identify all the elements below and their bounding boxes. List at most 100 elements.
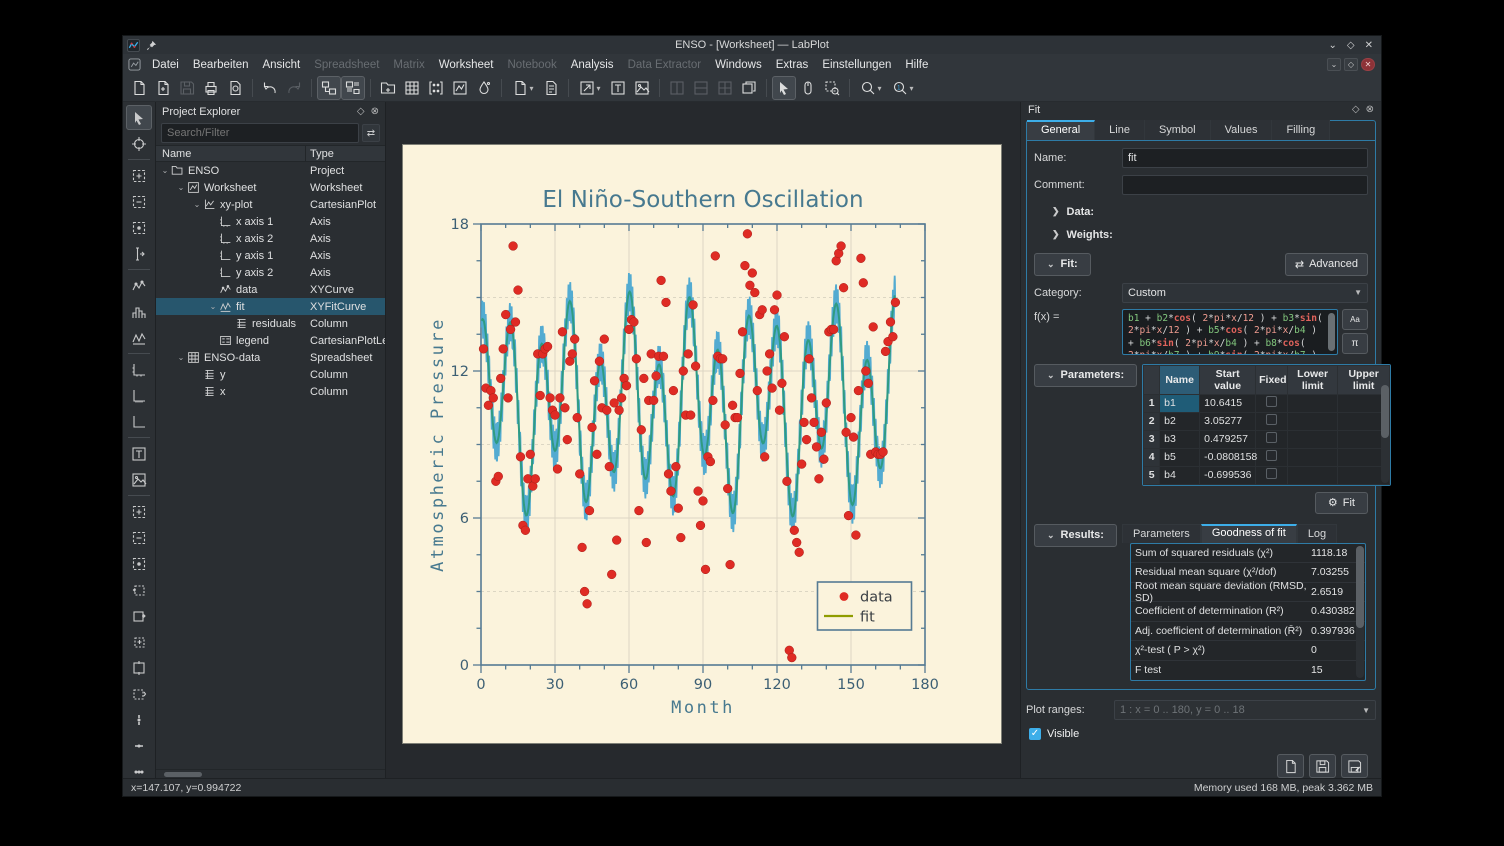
chevron-down-icon[interactable]: ⌄ [176,183,186,192]
formula-editor[interactable]: b1 + b2*cos( 2*pi*x/12 ) + b3*sin( 2*pi*… [1122,309,1338,355]
menu-datei[interactable]: Datei [145,57,186,73]
param-row-b1[interactable]: 1b110.6415 [1144,394,1390,412]
chevron-down-icon[interactable]: ⌄ [160,166,170,175]
param-fixed-cell[interactable] [1256,394,1288,412]
param-name-cell[interactable]: b4 [1160,466,1200,484]
crosshair-tool-button[interactable] [126,131,152,156]
mdi-minimize-button[interactable]: ⌄ [1327,58,1341,71]
results-section-toggle[interactable]: ⌄ Results: [1034,524,1117,547]
layout-break-button[interactable] [737,76,761,100]
tree-item-fit[interactable]: ⌄fitXYFitCurve [156,298,385,315]
param-start-cell[interactable]: 3.05277 [1200,412,1256,430]
param-lower-cell[interactable] [1288,412,1338,430]
worksheet-view[interactable]: El Niño-Southern Oscillation030609012015… [386,102,1021,778]
tree-item-x-axis-1[interactable]: x axis 1Axis [156,213,385,230]
add-text-label-button[interactable] [126,441,152,466]
tree-item-x[interactable]: xColumn [156,383,385,400]
param-fixed-cell[interactable] [1256,466,1288,484]
float-panel-icon[interactable]: ◇ [357,106,365,117]
navigate-mode-button[interactable] [796,76,820,100]
add-axis-2-button[interactable] [126,383,152,408]
add-histogram-button[interactable] [126,299,152,324]
param-lower-cell[interactable] [1288,448,1338,466]
new-notes-button[interactable] [539,76,563,100]
param-name-cell[interactable]: b3 [1160,430,1200,448]
mdi-restore-button[interactable]: ◇ [1344,58,1358,71]
data-section-toggle[interactable]: ❯ Data: [1052,206,1368,218]
print-preview-button[interactable] [223,76,247,100]
zoom-select-xy-button[interactable] [126,215,152,240]
param-fixed-cell[interactable] [1256,412,1288,430]
tree-item-x-axis-2[interactable]: x axis 2Axis [156,230,385,247]
parameters-scrollbar[interactable] [1381,385,1389,483]
param-col-name[interactable]: Name [1160,365,1200,394]
param-lower-cell[interactable] [1288,430,1338,448]
tree-item-y[interactable]: yColumn [156,366,385,383]
tree-item-xy-plot[interactable]: ⌄xy-plotCartesianPlot [156,196,385,213]
fixed-checkbox[interactable] [1266,450,1277,461]
menu-bearbeiten[interactable]: Bearbeiten [186,57,256,73]
zoom-in-y-button[interactable] [126,759,152,778]
column-header-name[interactable]: Name [156,146,306,161]
add-text-button[interactable] [606,76,630,100]
category-select[interactable]: Custom ▼ [1122,283,1368,303]
add-image-button[interactable] [630,76,654,100]
xy-plot[interactable]: El Niño-Southern Oscillation030609012015… [403,145,1001,746]
param-row-b4[interactable]: 5b4-0.699536 [1144,466,1390,484]
minimize-button[interactable]: ⌄ [1329,40,1337,51]
param-row-b3[interactable]: 3b30.479257 [1144,430,1390,448]
undo-button[interactable] [258,76,282,100]
shift-up-y-button[interactable] [126,681,152,706]
add-fit-curve-button[interactable] [126,325,152,350]
param-lower-cell[interactable] [1288,466,1338,484]
results-tab-log[interactable]: Log [1297,524,1337,543]
param-start-cell[interactable]: 10.6415 [1200,394,1256,412]
new-spreadsheet-button[interactable] [400,76,424,100]
chevron-down-icon[interactable]: ⌄ [176,353,186,362]
tree-item-residuals[interactable]: residualsColumn [156,315,385,332]
param-start-cell[interactable]: -0.699536 [1200,466,1256,484]
zoom-in-plot-button[interactable] [126,499,152,524]
menu-analysis[interactable]: Analysis [564,57,621,73]
param-row-b5[interactable]: 4b5-0.0808158 [1144,448,1390,466]
new-datapicker-button[interactable] [472,76,496,100]
scale-auto-button[interactable] [126,577,152,602]
results-tab-goodness-of-fit[interactable]: Goodness of fit [1201,524,1297,543]
zoom-in-x-button[interactable] [126,707,152,732]
save-as-button[interactable] [1341,754,1368,778]
param-col-start-value[interactable]: Start value [1200,365,1256,394]
zoom-out-x-button[interactable] [126,733,152,758]
column-header-type[interactable]: Type [306,146,385,161]
cursor-tool-button[interactable] [126,241,152,266]
close-panel-icon[interactable]: ⊗ [371,106,379,117]
float-dock-icon[interactable]: ◇ [1352,104,1360,115]
toggle-properties-explorer-button[interactable] [341,76,365,100]
parameters-section-toggle[interactable]: ⌄ Parameters: [1034,364,1137,387]
param-fixed-cell[interactable] [1256,448,1288,466]
name-field[interactable] [1122,148,1368,168]
title-bar[interactable]: ENSO - [Worksheet] — LabPlot ⌄ ◇ ✕ [123,36,1381,54]
add-xy-curve-button[interactable] [126,273,152,298]
close-dock-icon[interactable]: ⊗ [1366,104,1374,115]
param-row-b2[interactable]: 2b23.05277 [1144,412,1390,430]
fixed-checkbox[interactable] [1266,468,1277,479]
parameters-table[interactable]: NameStart valueFixedLower limitUpper lim… [1142,364,1391,486]
recalculate-button[interactable] [1277,754,1304,778]
menu-hilfe[interactable]: Hilfe [898,57,935,73]
param-start-cell[interactable]: -0.0808158 [1200,448,1256,466]
scale-auto-x-button[interactable] [126,603,152,628]
print-button[interactable] [199,76,223,100]
add-axis-3-button[interactable] [126,409,152,434]
add-image-label-button[interactable] [126,467,152,492]
tab-line[interactable]: Line [1095,120,1145,140]
comment-field[interactable] [1122,175,1368,195]
tree-item-Worksheet[interactable]: ⌄WorksheetWorksheet [156,179,385,196]
chevron-down-icon[interactable]: ⌄ [192,200,202,209]
new-document-button[interactable] [127,76,151,100]
results-scrollbar[interactable] [1356,546,1364,679]
tree-item-data[interactable]: dataXYCurve [156,281,385,298]
param-fixed-cell[interactable] [1256,430,1288,448]
results-tab-parameters[interactable]: Parameters [1122,524,1201,543]
advanced-button[interactable]: ⇄ Advanced [1285,253,1368,276]
open-document-button[interactable] [151,76,175,100]
